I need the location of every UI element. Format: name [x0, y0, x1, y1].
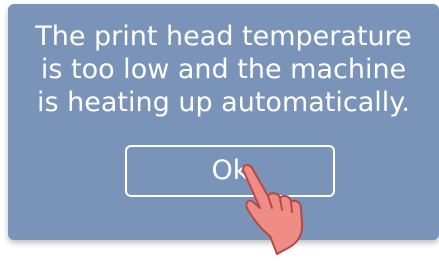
dialog-message: The print head temperature is too low an… [35, 21, 412, 118]
pointing-hand-icon [242, 164, 304, 255]
